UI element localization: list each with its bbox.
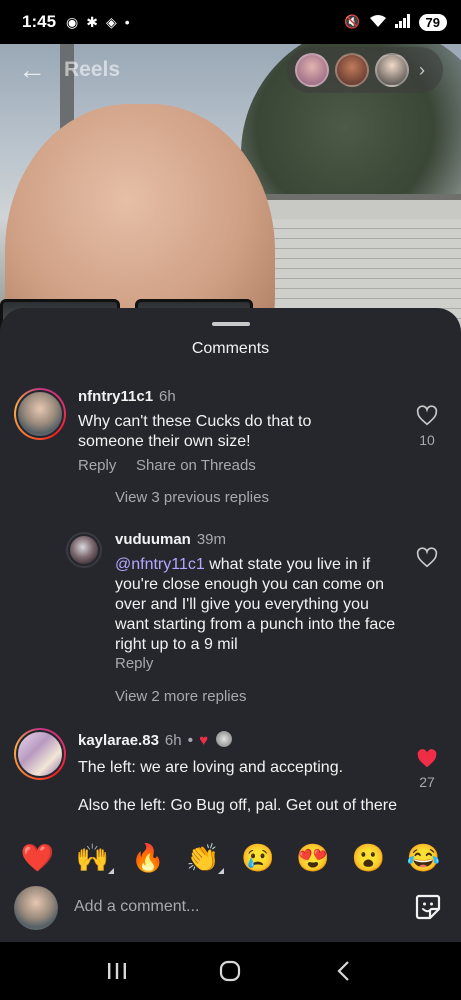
status-left-icons: ◉ ✱ ◈ • [66,14,130,31]
comment-time: 39m [196,531,227,548]
app-icon: ◈ [105,13,117,30]
status-bar: 1:45 ◉ ✱ ◈ • 🔇 79 [0,0,461,44]
emoji-clap[interactable]: 👏 [186,842,224,874]
avatar[interactable] [14,728,66,780]
chevron-right-icon: › [419,59,425,80]
comment-time: 6h [159,388,176,405]
skin-tone-indicator [107,868,114,874]
comment-username[interactable]: kaylarae.83 6h • ♥ [78,731,233,749]
like-count: 27 [419,774,435,790]
emoji-glyph: 🙌 [75,843,110,873]
comment-username[interactable]: vuduuman 39m [115,531,226,548]
avatar[interactable] [66,532,102,568]
wifi-icon [369,14,387,31]
heart-outline-icon[interactable] [416,405,438,427]
emoji-glyph: 👏 [186,843,220,873]
comment-text: @nfntry11c1 what state you live in if yo… [115,555,400,655]
creator-avatar [216,731,233,747]
recent-apps-button[interactable] [97,951,137,991]
viewers-pill[interactable]: › [287,47,443,93]
username-text[interactable]: nfntry11c1 [78,388,153,405]
back-arrow-icon[interactable]: ← [18,54,46,86]
chrome-icon: ◉ [66,13,79,30]
comment-username[interactable]: nfntry11c1 6h [78,388,176,405]
comment-text-line2: Also the left: Go Bug off, pal. Get out … [78,797,398,814]
home-button[interactable] [210,951,250,991]
like-count: 10 [419,432,435,448]
reply-item: vuduuman 39m @nfntry11c1 what state you l… [0,530,461,680]
view-previous-replies-link[interactable]: View 3 previous replies [115,489,269,506]
emoji-crying[interactable]: 😢 [241,842,275,874]
sticker-icon[interactable] [414,893,442,921]
heart-filled-icon[interactable] [416,748,438,770]
creator-liked-heart-icon: ♥ [199,732,209,749]
notification-dot-icon: • [124,14,130,30]
username-text[interactable]: vuduuman [115,531,191,548]
status-time: 1:45 [22,12,57,31]
avatar-image [16,730,64,778]
avatar [375,53,409,87]
emoji-raised-hands[interactable]: 🙌 [75,842,114,874]
top-nav: ← Reels › [0,44,461,96]
emoji-laughing[interactable]: 😂 [407,842,441,874]
back-icon [337,961,349,981]
separator-dot: • [187,732,194,749]
avatar-image [16,390,64,438]
avatar [14,886,58,930]
reply-button[interactable]: Reply [78,457,116,474]
comment-item: kaylarae.83 6h • ♥ The left: we are lovin… [0,726,461,836]
reply-button[interactable]: Reply [115,655,153,672]
mute-icon: 🔇 [344,14,361,29]
emoji-surprised[interactable]: 😮 [352,842,386,874]
avatar [295,53,329,87]
comment-text: Why can't these Cucks do that to someone… [78,413,312,450]
emoji-quick-bar: ❤️ 🙌 🔥 👏 😢 😍 😮 😂 [0,830,461,886]
heart-outline-icon[interactable] [416,547,438,569]
slack-icon: ✱ [86,13,98,30]
comment-input[interactable] [74,892,394,922]
home-icon [220,960,241,982]
username-text[interactable]: kaylarae.83 [78,732,159,749]
share-on-threads-button[interactable]: Share on Threads [136,457,256,474]
page-title: Reels [64,58,121,81]
battery-indicator: 79 [418,13,447,31]
status-right-icons: 🔇 79 [344,13,447,31]
signal-icon [394,13,411,31]
back-button[interactable] [324,951,364,991]
sheet-title: Comments [191,340,270,357]
skin-tone-indicator [217,868,224,874]
recent-apps-icon [107,963,126,979]
comment-text-line1: The left: we are loving and accepting. [78,759,344,776]
avatar [335,53,369,87]
avatar-image [68,534,100,566]
comment-input-bar [0,880,461,942]
view-more-replies-link[interactable]: View 2 more replies [115,688,246,705]
system-nav-bar [0,942,461,1000]
emoji-fire[interactable]: 🔥 [131,842,165,874]
mention-link[interactable]: @nfntry11c1 [115,556,205,573]
emoji-heart-eyes[interactable]: 😍 [296,842,330,874]
avatar[interactable] [14,388,66,440]
comment-time: 6h [164,732,182,749]
emoji-heart[interactable]: ❤️ [21,842,55,874]
video-person-head [0,104,275,334]
drag-handle[interactable] [212,322,250,326]
